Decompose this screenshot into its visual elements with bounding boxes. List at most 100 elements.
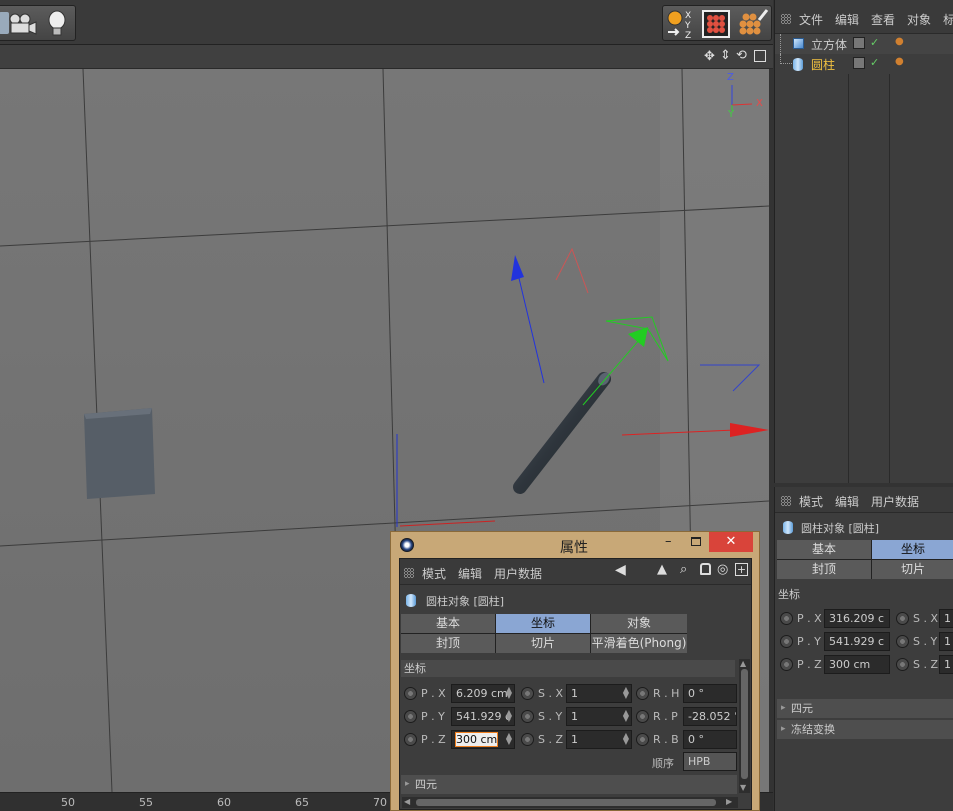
axis-z-label: Z bbox=[727, 72, 734, 83]
menu-user-data[interactable]: 用户数据 bbox=[871, 495, 919, 509]
target-icon[interactable]: ◎ bbox=[717, 562, 728, 577]
rotate-view-icon[interactable]: ⟲ bbox=[736, 48, 747, 63]
dialog-title: 属性 bbox=[560, 540, 588, 556]
panel-grip-icon[interactable] bbox=[781, 14, 791, 24]
world-coordinates-icon[interactable]: X Y Z bbox=[665, 8, 697, 40]
animate-radio[interactable] bbox=[404, 687, 417, 700]
scroll-right-icon[interactable]: ▶ bbox=[726, 797, 732, 806]
freeze-transform-group[interactable]: 冻结变换 bbox=[777, 720, 953, 739]
timeline-tick: 55 bbox=[139, 796, 153, 809]
tab-object[interactable]: 对象 bbox=[591, 614, 687, 633]
close-button[interactable]: ✕ bbox=[709, 532, 753, 552]
tab-slice[interactable]: 切片 bbox=[496, 634, 590, 653]
tab-coord[interactable]: 坐标 bbox=[872, 540, 953, 559]
animate-radio[interactable] bbox=[896, 635, 909, 648]
tab-slice[interactable]: 切片 bbox=[872, 560, 953, 579]
animate-radio[interactable] bbox=[780, 635, 793, 648]
px-field[interactable]: 316.209 c bbox=[824, 609, 890, 628]
scroll-up-icon[interactable]: ▲ bbox=[740, 659, 746, 668]
maximize-view-icon[interactable] bbox=[754, 50, 766, 62]
pz-field[interactable]: 300 cm bbox=[824, 655, 890, 674]
timeline-tick: 50 bbox=[61, 796, 75, 809]
px-field[interactable]: 6.209 cm ▲ ▼ bbox=[451, 684, 515, 703]
panel-grip-icon[interactable] bbox=[781, 496, 791, 506]
hscroll-thumb[interactable] bbox=[416, 799, 716, 806]
layer-swatch[interactable] bbox=[853, 37, 865, 49]
tab-caps[interactable]: 封顶 bbox=[401, 634, 495, 653]
visibility-check-icon[interactable]: ✓ bbox=[870, 36, 879, 49]
pz-field[interactable]: 300 cm ▲ ▼ bbox=[451, 730, 515, 749]
scroll-thumb[interactable] bbox=[741, 669, 748, 779]
menu-edit[interactable]: 编辑 bbox=[458, 567, 482, 581]
animate-radio[interactable] bbox=[636, 733, 649, 746]
rp-field[interactable]: -28.052 ° bbox=[683, 707, 737, 726]
animate-radio[interactable] bbox=[636, 687, 649, 700]
rb-field[interactable]: 0 ° bbox=[683, 730, 737, 749]
sx-value: 1 bbox=[571, 687, 578, 700]
new-panel-icon[interactable]: + bbox=[735, 563, 748, 576]
px-label: P . X bbox=[797, 612, 822, 625]
rh-field[interactable]: 0 ° bbox=[683, 684, 737, 703]
visibility-check-icon[interactable]: ✓ bbox=[870, 56, 879, 69]
render-region-icon[interactable] bbox=[701, 9, 731, 39]
cube-object[interactable] bbox=[84, 408, 155, 499]
animate-radio[interactable] bbox=[780, 658, 793, 671]
minimize-button[interactable]: – bbox=[665, 534, 672, 549]
animate-radio[interactable] bbox=[780, 612, 793, 625]
camera-icon[interactable] bbox=[8, 12, 38, 36]
search-icon[interactable]: ⌕ bbox=[680, 562, 687, 577]
tag-icon[interactable]: ● bbox=[895, 36, 904, 47]
animate-radio[interactable] bbox=[521, 710, 534, 723]
animate-radio[interactable] bbox=[896, 658, 909, 671]
tab-basic[interactable]: 基本 bbox=[401, 614, 495, 633]
tab-basic[interactable]: 基本 bbox=[777, 540, 871, 559]
quaternion-group[interactable]: 四元 bbox=[401, 775, 737, 794]
lock-icon[interactable] bbox=[700, 563, 711, 575]
animate-radio[interactable] bbox=[404, 733, 417, 746]
animate-radio[interactable] bbox=[404, 710, 417, 723]
tag-icon[interactable]: ● bbox=[895, 56, 904, 67]
sx-field[interactable]: 1 ▲ ▼ bbox=[566, 684, 632, 703]
tab-phong[interactable]: 平滑着色(Phong) bbox=[591, 634, 687, 653]
animate-radio[interactable] bbox=[896, 612, 909, 625]
menu-file[interactable]: 文件 bbox=[799, 13, 823, 27]
zoom-view-icon[interactable]: ⇕ bbox=[720, 48, 731, 63]
object-row[interactable]: 立方体 ✓ ● bbox=[775, 34, 953, 60]
animate-radio[interactable] bbox=[521, 687, 534, 700]
sx-field[interactable]: 1 bbox=[939, 609, 953, 628]
render-settings-icon[interactable] bbox=[735, 8, 769, 40]
menu-mode[interactable]: 模式 bbox=[422, 567, 446, 581]
quaternion-group[interactable]: 四元 bbox=[777, 699, 953, 718]
tab-caps[interactable]: 封顶 bbox=[777, 560, 871, 579]
move-view-icon[interactable]: ✥ bbox=[704, 49, 715, 64]
light-bulb-icon[interactable] bbox=[45, 9, 69, 39]
horizontal-scrollbar[interactable]: ◀ ▶ bbox=[402, 797, 738, 808]
menu-tags[interactable]: 标 bbox=[943, 13, 953, 27]
animate-radio[interactable] bbox=[636, 710, 649, 723]
sz-field[interactable]: 1 bbox=[939, 655, 953, 674]
object-row[interactable]: 圆柱 ✓ ● bbox=[775, 54, 953, 74]
pz-value[interactable]: 300 cm bbox=[454, 732, 499, 747]
back-arrow-icon[interactable]: ◀ bbox=[615, 562, 626, 578]
layer-swatch[interactable] bbox=[853, 57, 865, 69]
menu-edit[interactable]: 编辑 bbox=[835, 13, 859, 27]
py-field[interactable]: 541.929 c bbox=[824, 632, 890, 651]
menu-mode[interactable]: 模式 bbox=[799, 495, 823, 509]
vertical-scrollbar[interactable]: ▲ ▼ bbox=[739, 659, 750, 793]
menu-edit[interactable]: 编辑 bbox=[835, 495, 859, 509]
scroll-down-icon[interactable]: ▼ bbox=[740, 783, 746, 792]
menu-user-data[interactable]: 用户数据 bbox=[494, 567, 542, 581]
order-dropdown[interactable]: HPB bbox=[683, 752, 737, 771]
menu-view[interactable]: 查看 bbox=[871, 13, 895, 27]
sz-field[interactable]: 1 ▲ ▼ bbox=[566, 730, 632, 749]
py-field[interactable]: 541.929 c ▲ ▼ bbox=[451, 707, 515, 726]
panel-grip-icon[interactable] bbox=[404, 568, 414, 578]
sy-field[interactable]: 1 ▲ ▼ bbox=[566, 707, 632, 726]
animate-radio[interactable] bbox=[521, 733, 534, 746]
sy-field[interactable]: 1 bbox=[939, 632, 953, 651]
menu-object[interactable]: 对象 bbox=[907, 13, 931, 27]
scroll-left-icon[interactable]: ◀ bbox=[404, 797, 410, 806]
up-arrow-icon[interactable]: ▲ bbox=[657, 562, 667, 577]
tab-coord[interactable]: 坐标 bbox=[496, 614, 590, 633]
maximize-button[interactable] bbox=[691, 537, 701, 546]
